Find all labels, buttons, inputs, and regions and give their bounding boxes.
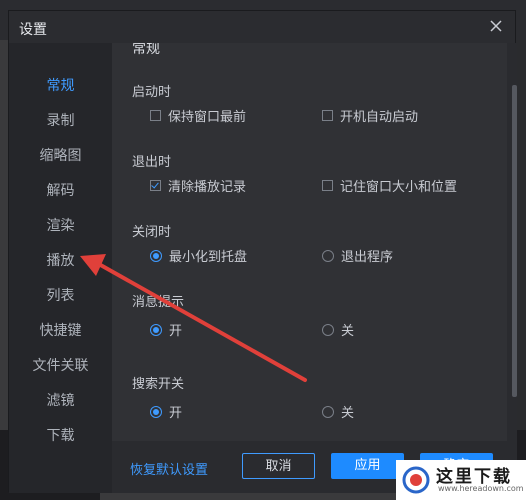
settings-sidebar: 常规 录制 缩略图 解码 渲染 播放 列表 快捷键 文件关联 滤镜 下载 [9, 43, 112, 493]
sidebar-item-general[interactable]: 常规 [9, 69, 112, 104]
startup-title: 启动时 [132, 85, 172, 100]
checkbox-box[interactable] [150, 180, 161, 191]
sidebar-item-shortcuts[interactable]: 快捷键 [9, 314, 112, 349]
sidebar-item-playback[interactable]: 播放 [9, 244, 112, 279]
content-scrollbar[interactable] [512, 43, 517, 441]
auto-start-label: 开机自动启动 [340, 110, 419, 125]
sidebar-item-rendering[interactable]: 渲染 [9, 209, 112, 244]
remember-window-checkbox[interactable]: 记住窗口大小和位置 [322, 176, 457, 195]
radio-dot[interactable] [322, 323, 334, 336]
close-icon[interactable] [487, 17, 505, 35]
sidebar-item-download[interactable]: 下载 [9, 419, 112, 454]
sidebar-item-file-association[interactable]: 文件关联 [9, 349, 112, 384]
exit-program-label: 退出程序 [341, 250, 394, 265]
sidebar-item-playlist[interactable]: 列表 [9, 279, 112, 314]
watermark-url: www.hereadown.com [438, 484, 524, 493]
search-off-radio[interactable]: 关 [322, 402, 354, 421]
settings-dialog: 设置 常规 录制 缩略图 解码 渲染 播放 列表 快捷键 文件关联 滤镜 下载 … [8, 10, 517, 493]
restore-defaults-link[interactable]: 恢复默认设置 [130, 459, 208, 478]
scroll-thumb[interactable] [512, 85, 517, 397]
dialog-titlebar: 设置 [9, 11, 515, 43]
checkbox-box[interactable] [150, 110, 161, 121]
close-title: 关闭时 [132, 225, 172, 240]
auto-start-checkbox[interactable]: 开机自动启动 [322, 106, 418, 125]
sidebar-item-decoding[interactable]: 解码 [9, 174, 112, 209]
message-off-radio[interactable]: 关 [322, 320, 354, 339]
minimize-tray-label: 最小化到托盘 [169, 250, 248, 265]
checkbox-box[interactable] [322, 110, 333, 121]
search-title: 搜索开关 [132, 377, 185, 392]
search-on-label: 开 [169, 406, 183, 421]
message-title: 消息提示 [132, 295, 185, 310]
radio-dot[interactable] [322, 249, 334, 262]
radio-dot[interactable] [322, 405, 334, 418]
search-off-label: 关 [341, 406, 355, 421]
checkbox-box[interactable] [322, 180, 333, 191]
clear-history-label: 清除播放记录 [168, 180, 247, 195]
sidebar-item-thumbnails[interactable]: 缩略图 [9, 139, 112, 174]
settings-content: 常规 启动时 保持窗口最前 开机自动启动 退出时 清除播放记录 记住窗口大小和位… [112, 43, 507, 441]
dialog-title: 设置 [19, 22, 47, 38]
exit-program-radio[interactable]: 退出程序 [322, 246, 393, 265]
radio-dot[interactable] [150, 323, 162, 336]
keep-on-top-checkbox[interactable]: 保持窗口最前 [150, 106, 246, 125]
remember-window-label: 记住窗口大小和位置 [340, 180, 458, 195]
cancel-button[interactable]: 取消 [242, 453, 315, 479]
message-on-radio[interactable]: 开 [150, 320, 182, 339]
search-on-radio[interactable]: 开 [150, 402, 182, 421]
minimize-tray-radio[interactable]: 最小化到托盘 [150, 246, 247, 265]
section-header: 常规 [132, 43, 160, 57]
radio-dot[interactable] [150, 249, 162, 262]
message-off-label: 关 [341, 324, 355, 339]
sidebar-item-filters[interactable]: 滤镜 [9, 384, 112, 419]
exit-title: 退出时 [132, 155, 172, 170]
site-watermark: 这里下载 www.hereadown.com [396, 460, 526, 500]
apply-button[interactable]: 应用 [331, 453, 404, 479]
keep-on-top-label: 保持窗口最前 [168, 110, 247, 125]
radio-dot[interactable] [150, 405, 162, 418]
sidebar-item-recording[interactable]: 录制 [9, 104, 112, 139]
message-on-label: 开 [169, 324, 183, 339]
clear-history-checkbox[interactable]: 清除播放记录 [150, 176, 246, 195]
watermark-logo-icon [402, 466, 430, 494]
